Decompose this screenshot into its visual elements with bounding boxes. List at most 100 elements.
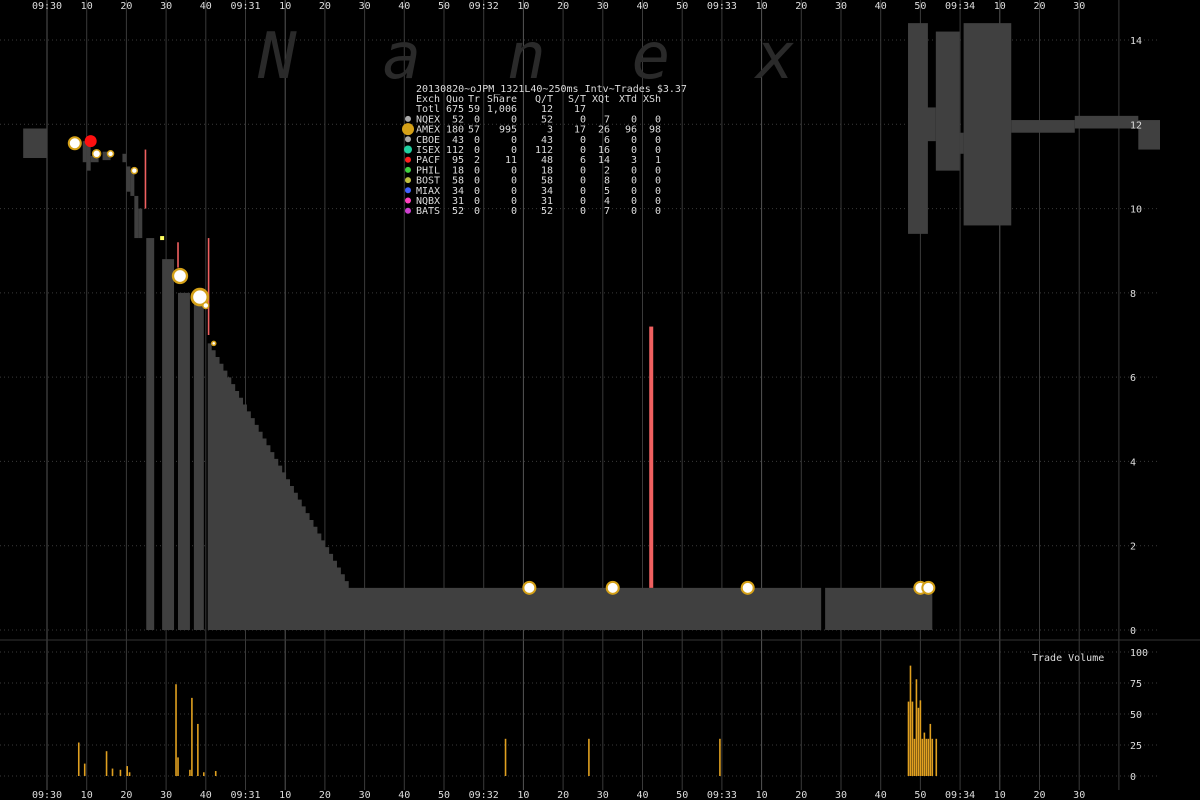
quote-band-segment — [126, 166, 131, 192]
time-tick-label-bottom: 40 — [875, 790, 887, 800]
time-tick-label-bottom: 20 — [795, 790, 807, 800]
quote-band-segment — [122, 153, 127, 163]
nanex-chart: Nanex 02468101214025507510009:3009:30101… — [0, 0, 1200, 800]
time-tick-label-top: 09:33 — [707, 1, 737, 12]
quote-band-segment — [908, 107, 936, 142]
table-cell: 0 — [580, 206, 586, 217]
table-cell: 7 — [604, 206, 610, 217]
price-tick-label: 12 — [1130, 120, 1142, 131]
quote-band-segment — [963, 23, 1012, 226]
volume-tick-label: 50 — [1130, 710, 1142, 721]
volume-bar — [191, 697, 193, 776]
volume-tick-label: 100 — [1130, 648, 1148, 659]
time-tick-label-bottom: 09:30 — [32, 790, 62, 800]
quote-band-segment — [162, 259, 175, 630]
pacf-spike — [144, 149, 147, 209]
time-tick-label-top: 20 — [795, 1, 807, 12]
time-tick-label-bottom: 40 — [398, 790, 410, 800]
time-tick-label-top: 10 — [81, 1, 93, 12]
time-tick-label-top: 30 — [160, 1, 172, 12]
time-tick-label-bottom: 20 — [1033, 790, 1045, 800]
time-tick-label-top: 30 — [1073, 1, 1085, 12]
volume-bar — [931, 738, 934, 776]
quote-band-segment — [134, 195, 139, 239]
time-tick-label-top: 40 — [875, 1, 887, 12]
amex-trade-marker — [130, 166, 139, 175]
volume-bar — [719, 738, 721, 776]
quote-band-segment — [138, 208, 143, 239]
time-tick-label-bottom: 50 — [676, 790, 688, 800]
time-tick-label-top: 50 — [438, 1, 450, 12]
time-tick-label-top: 10 — [279, 1, 291, 12]
time-tick-label-top: 40 — [636, 1, 648, 12]
volume-bar — [907, 701, 910, 776]
volume-bar — [77, 742, 80, 776]
quote-band-segment — [1074, 115, 1139, 129]
time-tick-label-top: 50 — [914, 1, 926, 12]
exchange-legend-marker — [405, 177, 411, 184]
time-tick-label-top: 09:30 — [32, 1, 62, 12]
volume-bar — [197, 723, 199, 776]
amex-trade-marker — [921, 580, 936, 595]
time-tick-label-top: 30 — [835, 1, 847, 12]
volume-bar — [919, 700, 922, 776]
time-tick-label-bottom: 09:33 — [707, 790, 737, 800]
table-header-cell: XTd — [619, 94, 637, 105]
time-tick-label-top: 20 — [120, 1, 132, 12]
volume-bar — [189, 769, 191, 776]
time-tick-label-bottom: 10 — [756, 790, 768, 800]
price-tick-label: 4 — [1130, 457, 1136, 468]
volume-bar — [588, 738, 590, 776]
table-cell: 0 — [474, 206, 480, 217]
volume-bar — [119, 769, 122, 776]
quote-band-segment — [23, 128, 47, 158]
exchange-legend-marker — [405, 166, 411, 173]
exchange-legend-marker — [405, 156, 411, 163]
quote-band-segment — [86, 145, 91, 171]
time-tick-label-bottom: 20 — [557, 790, 569, 800]
volume-bar — [913, 738, 916, 776]
price-tick-label: 0 — [1130, 626, 1136, 637]
volume-bar — [909, 665, 912, 776]
table-header-cell: XQt — [592, 94, 610, 105]
time-tick-label-top: 10 — [994, 1, 1006, 12]
volume-bar — [929, 723, 932, 776]
time-tick-label-bottom: 30 — [160, 790, 172, 800]
time-tick-label-bottom: 10 — [994, 790, 1006, 800]
time-tick-label-bottom: 40 — [200, 790, 212, 800]
time-tick-label-bottom: 09:34 — [945, 790, 975, 800]
quote-band-segment — [1011, 120, 1075, 133]
pacf-trade-marker — [84, 135, 97, 148]
amex-trade-marker — [171, 267, 189, 285]
price-tick-label: 14 — [1130, 36, 1142, 47]
time-tick-label-bottom: 30 — [597, 790, 609, 800]
volume-bar — [935, 738, 938, 776]
exchange-legend-marker — [405, 187, 411, 194]
table-cell: 0 — [655, 206, 661, 217]
quote-band-segment — [130, 170, 135, 196]
time-tick-label-bottom: 30 — [835, 790, 847, 800]
quote-band-segment — [959, 132, 964, 154]
table-cell: 0 — [631, 206, 637, 217]
watermark: Nanex — [257, 20, 881, 94]
exchange-legend-marker — [402, 123, 414, 136]
time-tick-label-top: 10 — [756, 1, 768, 12]
time-tick-label-bottom: 30 — [1073, 790, 1085, 800]
quote-band-segment — [178, 292, 190, 630]
volume-bar — [923, 732, 926, 776]
price-tick-label: 2 — [1130, 542, 1136, 553]
amex-trade-marker — [740, 580, 755, 595]
time-tick-label-top: 09:31 — [230, 1, 260, 12]
time-tick-label-top: 20 — [557, 1, 569, 12]
exchange-legend-marker — [405, 115, 411, 122]
pacf-spike — [207, 238, 210, 335]
time-tick-label-bottom: 40 — [636, 790, 648, 800]
time-tick-label-top: 30 — [597, 1, 609, 12]
time-tick-label-bottom: 09:32 — [469, 790, 499, 800]
volume-bar — [111, 768, 114, 776]
amex-trade-marker — [605, 580, 620, 595]
amex-trade-marker — [106, 150, 115, 158]
table-cell: 52 — [541, 206, 553, 217]
volume-bar — [917, 707, 920, 776]
volume-bar — [911, 701, 914, 776]
